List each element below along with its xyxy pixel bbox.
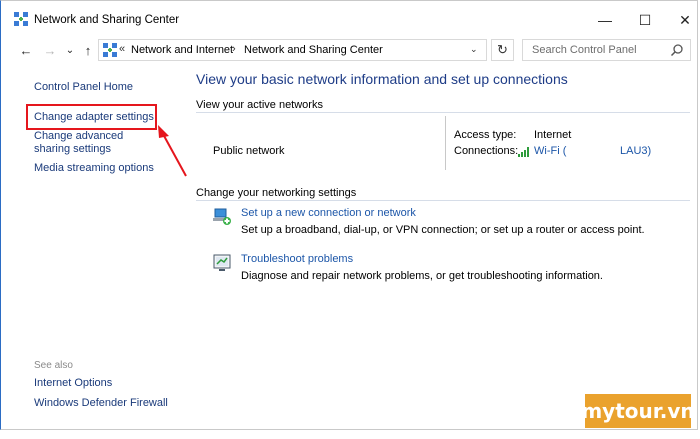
sidebar-item-media-streaming-options[interactable]: Media streaming options <box>34 162 154 175</box>
setup-connection-link[interactable]: Set up a new connection or network <box>241 207 416 219</box>
watermark-logo: mytour.vn <box>581 394 695 428</box>
back-button[interactable]: ← <box>18 42 34 58</box>
network-center-icon <box>14 12 28 26</box>
recent-locations-button[interactable]: ⌄ <box>62 42 78 58</box>
access-type-value: Internet <box>534 129 572 141</box>
connection-wifi-link[interactable]: Wi-Fi ( <box>534 145 566 157</box>
maximize-button[interactable]: ☐ <box>630 8 660 32</box>
highlight-box <box>26 104 157 130</box>
access-type-label: Access type: <box>454 129 517 141</box>
forward-button[interactable]: → <box>42 42 58 58</box>
address-bar[interactable]: « Network and Internet › Network and Sha… <box>98 39 487 61</box>
troubleshoot-link[interactable]: Troubleshoot problems <box>241 253 353 265</box>
network-setup-icon <box>213 208 231 225</box>
title-bar: Network and Sharing Center — ☐ ✕ <box>0 0 700 40</box>
breadcrumb-network-and-sharing-center[interactable]: Network and Sharing Center <box>244 44 383 56</box>
window-title: Network and Sharing Center <box>34 14 180 26</box>
page-title: View your basic network information and … <box>196 71 568 87</box>
divider <box>196 200 690 201</box>
address-dropdown-icon[interactable]: ⌄ <box>470 44 478 55</box>
divider <box>196 112 690 113</box>
up-button[interactable]: ↑ <box>80 42 96 58</box>
search-icon[interactable] <box>670 43 684 57</box>
divider <box>445 116 446 170</box>
see-also-label: See also <box>34 360 73 371</box>
breadcrumb-network-and-internet[interactable]: Network and Internet <box>131 44 233 56</box>
sidebar-item-control-panel-home[interactable]: Control Panel Home <box>34 81 133 94</box>
sidebar-item-internet-options[interactable]: Internet Options <box>34 377 112 390</box>
control-panel-icon <box>103 43 117 57</box>
main-panel <box>188 66 698 430</box>
wifi-signal-icon <box>518 147 529 157</box>
network-name: Public network <box>213 145 285 157</box>
sidebar-item-change-advanced-sharing-settings[interactable]: Change advanced sharing settings <box>34 130 159 156</box>
breadcrumb-overflow[interactable]: « <box>119 43 125 55</box>
troubleshoot-icon <box>213 254 231 271</box>
active-networks-heading: View your active networks <box>196 99 323 111</box>
connections-label: Connections: <box>454 145 519 157</box>
troubleshoot-description: Diagnose and repair network problems, or… <box>241 270 603 282</box>
refresh-button[interactable]: ↻ <box>491 39 514 61</box>
breadcrumb-separator[interactable]: › <box>232 43 236 55</box>
setup-connection-description: Set up a broadband, dial-up, or VPN conn… <box>241 224 645 236</box>
search-box[interactable]: Search Control Panel <box>522 39 691 61</box>
change-settings-heading: Change your networking settings <box>196 187 357 199</box>
search-input[interactable]: Search Control Panel <box>532 44 637 56</box>
connection-wifi-link-end[interactable]: LAU3) <box>620 145 651 157</box>
minimize-button[interactable]: — <box>590 8 620 32</box>
sidebar-item-windows-defender-firewall[interactable]: Windows Defender Firewall <box>34 397 168 410</box>
close-button[interactable]: ✕ <box>670 8 700 32</box>
